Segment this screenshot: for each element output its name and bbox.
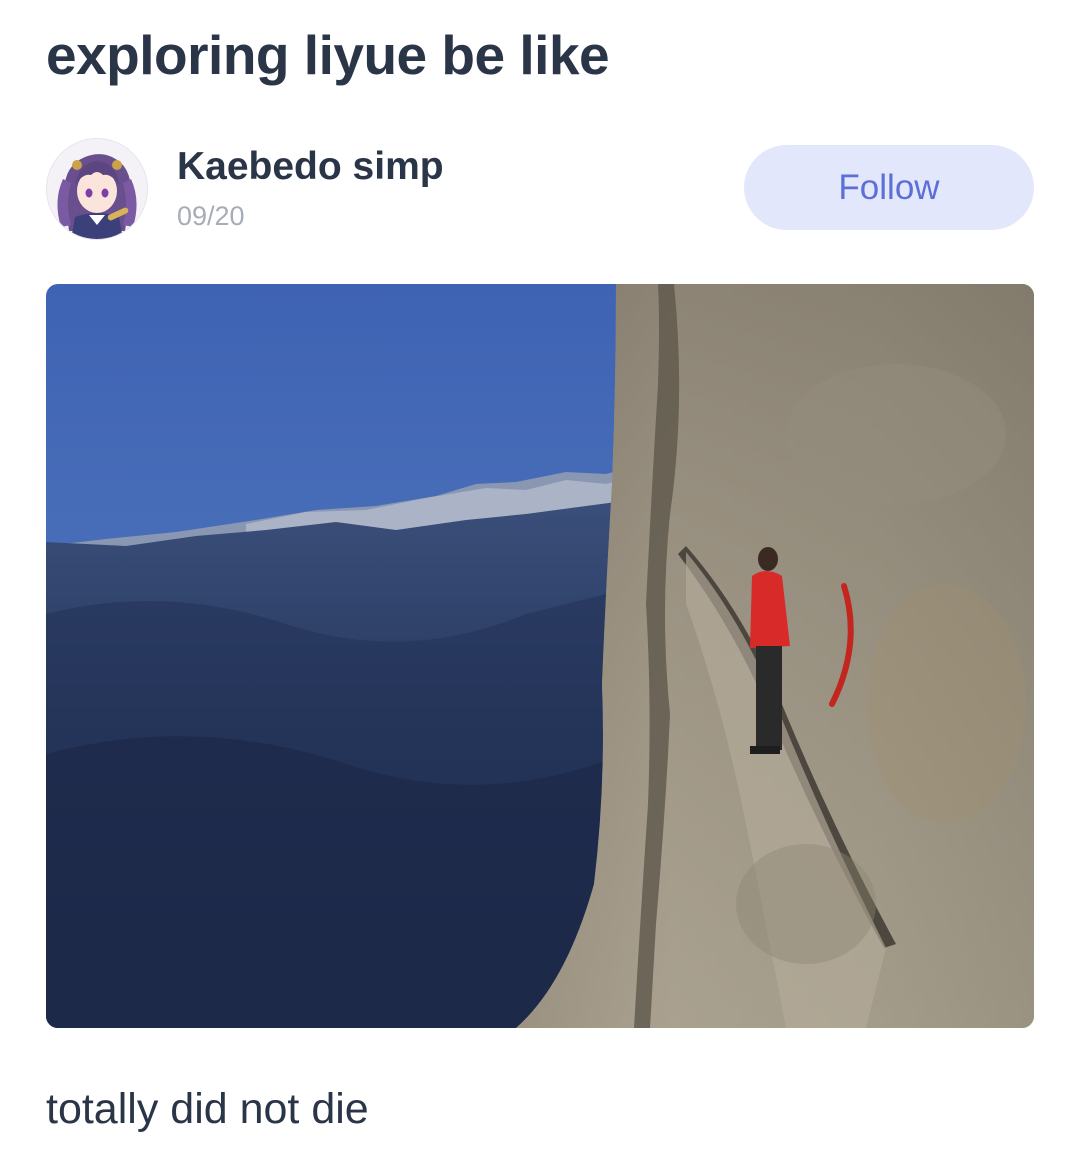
post-date: 09/20 xyxy=(177,201,245,231)
post-image[interactable] xyxy=(46,284,1034,1028)
cliff-ledge-photo xyxy=(46,284,1034,1028)
post-caption: totally did not die xyxy=(46,1085,369,1133)
author-avatar[interactable] xyxy=(46,138,148,240)
anime-character-avatar-icon xyxy=(47,139,147,239)
post-title: exploring liyue be like xyxy=(46,24,610,86)
follow-button[interactable]: Follow xyxy=(744,145,1034,230)
author-name[interactable]: Kaebedo simp xyxy=(177,144,444,190)
